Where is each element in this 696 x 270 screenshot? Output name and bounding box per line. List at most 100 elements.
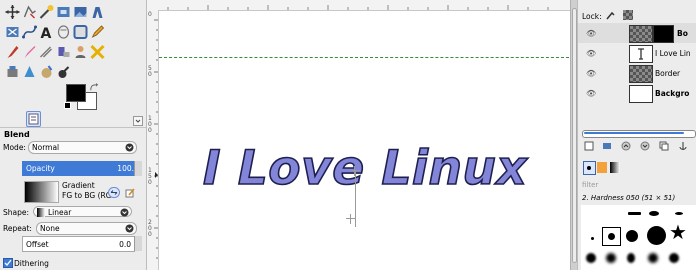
paths-icon[interactable]: [21, 24, 38, 40]
heal-icon[interactable]: [55, 24, 72, 40]
repeat-label: Repeat:: [3, 224, 32, 233]
layer-row[interactable]: 👁 I Love Lin: [578, 43, 696, 63]
swap-colors-icon[interactable]: [89, 83, 98, 92]
brush-preview[interactable]: [586, 253, 596, 263]
smudge-icon[interactable]: [38, 64, 55, 80]
new-layer-icon[interactable]: [584, 141, 594, 151]
visibility-eye-icon[interactable]: 👁: [586, 29, 596, 38]
visibility-eye-icon[interactable]: 👁: [586, 69, 596, 78]
opacity-label: Opacity: [26, 164, 55, 173]
patterns-tab[interactable]: [597, 162, 607, 173]
horizontal-ruler[interactable]: [158, 0, 570, 11]
mode-value: Normal: [32, 143, 60, 152]
layer-row[interactable]: 👁 Bo: [578, 23, 696, 43]
gradients-tab[interactable]: [610, 162, 620, 173]
layer-row[interactable]: 👁 Backgro: [578, 83, 696, 103]
brush-preview-selected[interactable]: [602, 227, 621, 246]
layer-thumbnail: [629, 85, 653, 103]
layer-row[interactable]: 👁 Border: [578, 63, 696, 83]
chevron-down-icon: [125, 143, 134, 152]
lock-label: Lock:: [582, 12, 602, 21]
align-icon[interactable]: [4, 4, 21, 20]
edit-gradient-icon[interactable]: [125, 188, 135, 198]
reverse-gradient-icon[interactable]: [108, 187, 120, 198]
brush-preview[interactable]: [626, 230, 638, 242]
brush-preview[interactable]: [647, 226, 666, 245]
star-brush-icon[interactable]: ★: [669, 222, 687, 242]
layers-hscrollbar[interactable]: [582, 130, 696, 138]
pencil-icon[interactable]: [89, 24, 106, 40]
rectangle-select-icon[interactable]: [72, 4, 89, 20]
gradient-end-handle[interactable]: [346, 214, 356, 224]
brush-preview[interactable]: [627, 253, 635, 263]
divider: [0, 127, 146, 128]
menu-arrow-icon: [135, 119, 141, 123]
dithering-checkbox[interactable]: [3, 258, 13, 268]
ruler-ticks: [167, 5, 549, 10]
opacity-spinner[interactable]: [134, 161, 142, 176]
clone-icon[interactable]: [72, 24, 89, 40]
lower-layer-icon[interactable]: [640, 141, 650, 151]
mode-select[interactable]: Normal: [28, 141, 137, 154]
toolbox: A Blend Mode: Normal Opacity 100. Gradie…: [0, 0, 147, 270]
tool-options-title: Blend: [4, 130, 30, 139]
tool-options-tab[interactable]: [26, 111, 41, 127]
anchor-layer-icon[interactable]: [678, 141, 688, 151]
visibility-eye-icon[interactable]: 👁: [586, 49, 596, 58]
offset-spinner[interactable]: [134, 236, 142, 251]
ellipse-select-icon[interactable]: [89, 4, 106, 20]
gradient-preview[interactable]: [24, 181, 59, 203]
free-select-icon[interactable]: [21, 4, 38, 20]
scrollbar-thumb[interactable]: [584, 132, 684, 134]
brush-preview[interactable]: [606, 253, 616, 263]
paintbrush-icon[interactable]: [4, 44, 21, 60]
linear-shape-icon: [37, 208, 45, 217]
gradient-name: FG to BG (RG: [62, 191, 112, 200]
eraser-icon[interactable]: [21, 44, 38, 60]
brush-preview[interactable]: [628, 212, 641, 215]
person-icon[interactable]: [72, 44, 89, 60]
checkmark-icon: [4, 259, 12, 266]
layer-thumbnail: [629, 25, 653, 43]
brush-preview[interactable]: [675, 212, 683, 215]
repeat-select[interactable]: None: [36, 222, 137, 235]
brush-preview[interactable]: [669, 253, 679, 263]
measure-icon[interactable]: [4, 24, 21, 40]
offset-field[interactable]: Offset 0.0: [22, 236, 135, 252]
opacity-slider[interactable]: Opacity 100.: [22, 161, 138, 176]
dodge-icon[interactable]: [21, 64, 38, 80]
dithering-label: Dithering: [14, 259, 49, 268]
brushes-tab[interactable]: [583, 161, 596, 175]
raise-layer-icon[interactable]: [621, 141, 631, 151]
vertical-ruler[interactable]: 0 5 0 1 0 0 1 5 0 2 0 0: [147, 0, 159, 270]
brush-filter-input[interactable]: filter: [582, 181, 598, 189]
transform-icon[interactable]: [89, 44, 106, 60]
canvas-text-layer[interactable]: I Love Linux: [202, 140, 527, 197]
right-dock: Lock: 👁 Bo 👁 I Love Lin 👁 Border 👁 Backg…: [577, 0, 696, 270]
layer-name: Border: [655, 69, 681, 78]
brush-preview[interactable]: [649, 211, 659, 216]
new-group-icon[interactable]: [602, 141, 612, 151]
image-canvas[interactable]: I Love Linux: [159, 11, 569, 270]
visibility-eye-icon[interactable]: 👁: [586, 89, 596, 98]
default-colors-icon[interactable]: [64, 102, 71, 109]
shape-select[interactable]: Linear: [33, 206, 132, 217]
brush-grid[interactable]: ★: [581, 205, 696, 270]
airbrush-icon[interactable]: [38, 44, 55, 60]
lock-alpha-icon[interactable]: [623, 10, 633, 20]
fuzzy-select-icon[interactable]: [38, 4, 55, 20]
crop-icon[interactable]: [55, 4, 72, 20]
ink-icon[interactable]: [55, 44, 72, 60]
duplicate-layer-icon[interactable]: [659, 141, 669, 151]
brush-preview[interactable]: [648, 253, 658, 263]
dock-menu-button[interactable]: [133, 116, 143, 126]
text-icon[interactable]: A: [38, 24, 55, 40]
guide-line[interactable]: [159, 57, 569, 58]
offset-label: Offset: [26, 240, 49, 249]
blur-icon[interactable]: [55, 64, 72, 80]
gradient-start-handle[interactable]: [350, 166, 360, 176]
brush-preview[interactable]: [591, 237, 594, 240]
offset-value: 0.0: [119, 240, 131, 249]
lock-pixels-icon[interactable]: [606, 10, 616, 20]
bucket-fill-icon[interactable]: [4, 64, 21, 80]
